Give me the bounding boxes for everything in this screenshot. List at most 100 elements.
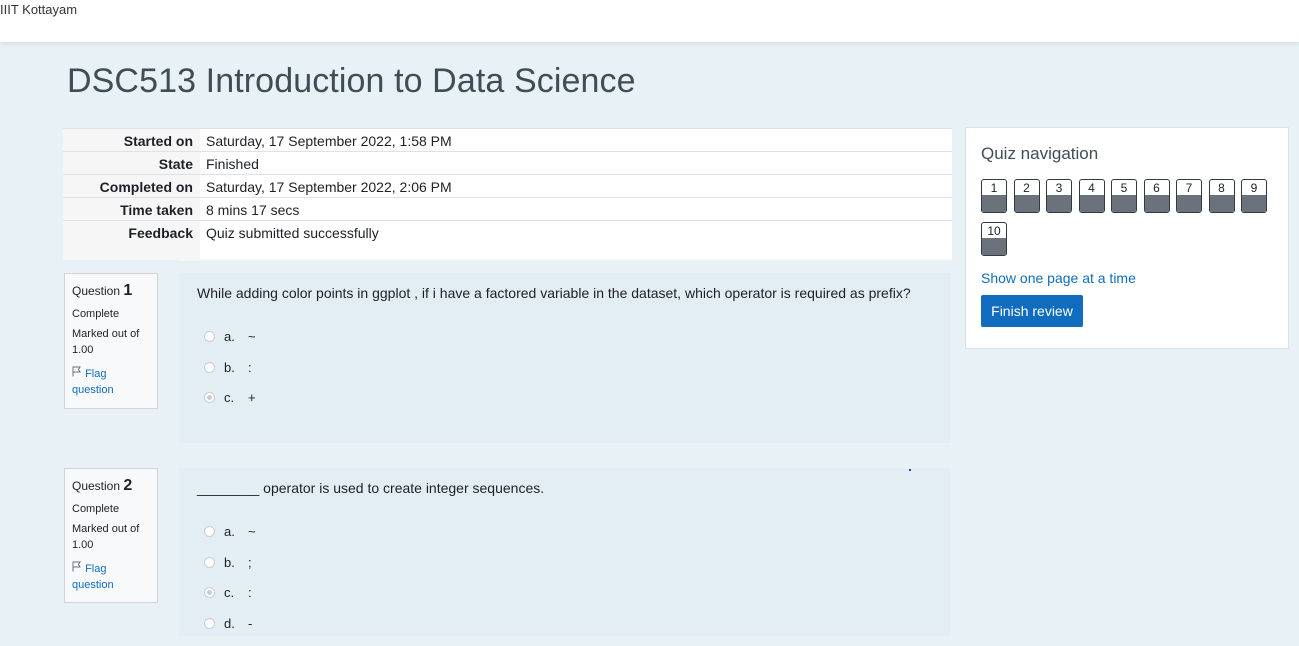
answer-option-b[interactable]: b. :: [197, 360, 933, 391]
radio-button[interactable]: [204, 557, 215, 568]
summary-label: State: [63, 156, 193, 172]
quiz-nav-number: 9: [1242, 181, 1266, 195]
summary-label: Feedback: [63, 225, 193, 241]
answer-letter: c.: [224, 390, 234, 405]
radio-button-selected[interactable]: [204, 587, 215, 598]
question-number-value: 1: [123, 282, 132, 299]
summary-value: Saturday, 17 September 2022, 1:58 PM: [200, 129, 952, 151]
quiz-navigation-panel: Quiz navigation 1 2 3 4 5 6 7 8 9 10 Sho…: [965, 127, 1289, 349]
summary-value: 8 mins 17 secs: [200, 198, 952, 220]
answered-indicator: [1112, 195, 1136, 212]
summary-row-state: State Finished: [63, 152, 952, 175]
answered-indicator: [1047, 195, 1071, 212]
question-info-2: Question 2 Complete Marked out of 1.00 F…: [64, 468, 158, 603]
summary-value: Quiz submitted successfully: [200, 221, 952, 259]
answer-option-d[interactable]: d. -: [197, 616, 933, 646]
question-prefix: Question: [72, 284, 120, 298]
radio-button[interactable]: [204, 618, 215, 629]
summary-row-completed: Completed on Saturday, 17 September 2022…: [63, 175, 952, 198]
question-content-2: ________ operator is used to create inte…: [179, 468, 951, 636]
summary-value: Finished: [200, 152, 952, 174]
quiz-navigation-title: Quiz navigation: [981, 144, 1098, 164]
question-text: While adding color points in ggplot , if…: [197, 285, 933, 301]
answer-letter: d.: [224, 616, 235, 631]
quiz-nav-button-6[interactable]: 6: [1144, 179, 1170, 213]
answer-option-a[interactable]: a. ~: [197, 329, 933, 360]
quiz-nav-button-9[interactable]: 9: [1241, 179, 1267, 213]
question-text: ________ operator is used to create inte…: [197, 480, 933, 496]
answer-text: -: [248, 616, 252, 631]
answered-indicator: [1080, 195, 1104, 212]
question-marks: Marked out of 1.00: [72, 326, 150, 358]
flag-icon: [72, 563, 85, 575]
summary-row-feedback: Feedback Quiz submitted successfully: [63, 221, 952, 259]
answer-letter: a.: [224, 329, 235, 344]
answer-option-b[interactable]: b. ;: [197, 555, 933, 586]
stray-dot: [909, 469, 911, 471]
show-one-page-link[interactable]: Show one page at a time: [981, 270, 1136, 286]
quiz-nav-button-8[interactable]: 8: [1209, 179, 1235, 213]
flag-question-link[interactable]: Flag question: [72, 366, 150, 398]
quiz-nav-button-10[interactable]: 10: [981, 222, 1007, 256]
quiz-nav-number: 3: [1047, 181, 1071, 195]
answered-indicator: [982, 195, 1006, 212]
answer-letter: b.: [224, 360, 235, 375]
summary-value: Saturday, 17 September 2022, 2:06 PM: [200, 175, 952, 197]
top-bar: IIIT Kottayam: [0, 0, 1299, 42]
quiz-nav-button-2[interactable]: 2: [1014, 179, 1040, 213]
quiz-nav-number: 2: [1015, 181, 1039, 195]
question-number: Question 2: [72, 477, 150, 495]
answer-text: :: [248, 585, 252, 600]
quiz-nav-button-4[interactable]: 4: [1079, 179, 1105, 213]
quiz-nav-number: 5: [1112, 181, 1136, 195]
quiz-nav-number: 6: [1145, 181, 1169, 195]
summary-row-time-taken: Time taken 8 mins 17 secs: [63, 198, 952, 221]
answer-text: :: [248, 360, 252, 375]
question-number-value: 2: [123, 477, 132, 494]
summary-label: Started on: [63, 133, 193, 149]
quiz-nav-button-1[interactable]: 1: [981, 179, 1007, 213]
quiz-nav-number: 8: [1210, 181, 1234, 195]
answered-indicator: [1242, 195, 1266, 212]
answered-indicator: [1177, 195, 1201, 212]
answer-text: ~: [248, 329, 256, 344]
quiz-nav-number: 10: [982, 224, 1006, 238]
question-gutter: [63, 603, 179, 636]
answer-text: ;: [248, 555, 252, 570]
quiz-nav-button-5[interactable]: 5: [1111, 179, 1137, 213]
quiz-nav-number: 4: [1080, 181, 1104, 195]
flag-question-link[interactable]: Flag question: [72, 561, 150, 593]
summary-label: Time taken: [63, 202, 193, 218]
site-name[interactable]: IIIT Kottayam: [0, 2, 77, 17]
finish-review-button[interactable]: Finish review: [981, 295, 1083, 327]
radio-button[interactable]: [204, 331, 215, 342]
radio-button[interactable]: [204, 526, 215, 537]
answer-text: +: [248, 390, 256, 405]
answered-indicator: [982, 238, 1006, 255]
question-status: Complete: [72, 501, 150, 517]
quiz-nav-button-3[interactable]: 3: [1046, 179, 1072, 213]
answer-option-c[interactable]: c. :: [197, 585, 933, 616]
answer-option-c[interactable]: c. +: [197, 390, 933, 421]
answered-indicator: [1210, 195, 1234, 212]
page-title: DSC513 Introduction to Data Science: [67, 62, 636, 101]
answer-option-a[interactable]: a. ~: [197, 524, 933, 555]
answer-letter: b.: [224, 555, 235, 570]
question-number: Question 1: [72, 282, 150, 300]
quiz-nav-number: 7: [1177, 181, 1201, 195]
question-prefix: Question: [72, 479, 120, 493]
summary-row-started: Started on Saturday, 17 September 2022, …: [63, 129, 952, 152]
radio-button[interactable]: [204, 362, 215, 373]
quiz-nav-number: 1: [982, 181, 1006, 195]
answer-letter: c.: [224, 585, 234, 600]
question-content-1: While adding color points in ggplot , if…: [179, 273, 951, 443]
answered-indicator: [1015, 195, 1039, 212]
question-status: Complete: [72, 306, 150, 322]
question-info-1: Question 1 Complete Marked out of 1.00 F…: [64, 273, 158, 409]
quiz-nav-button-7[interactable]: 7: [1176, 179, 1202, 213]
answer-letter: a.: [224, 524, 235, 539]
question-marks: Marked out of 1.00: [72, 521, 150, 553]
flag-icon: [72, 368, 85, 380]
radio-button-selected[interactable]: [204, 392, 215, 403]
summary-label: Completed on: [63, 179, 193, 195]
